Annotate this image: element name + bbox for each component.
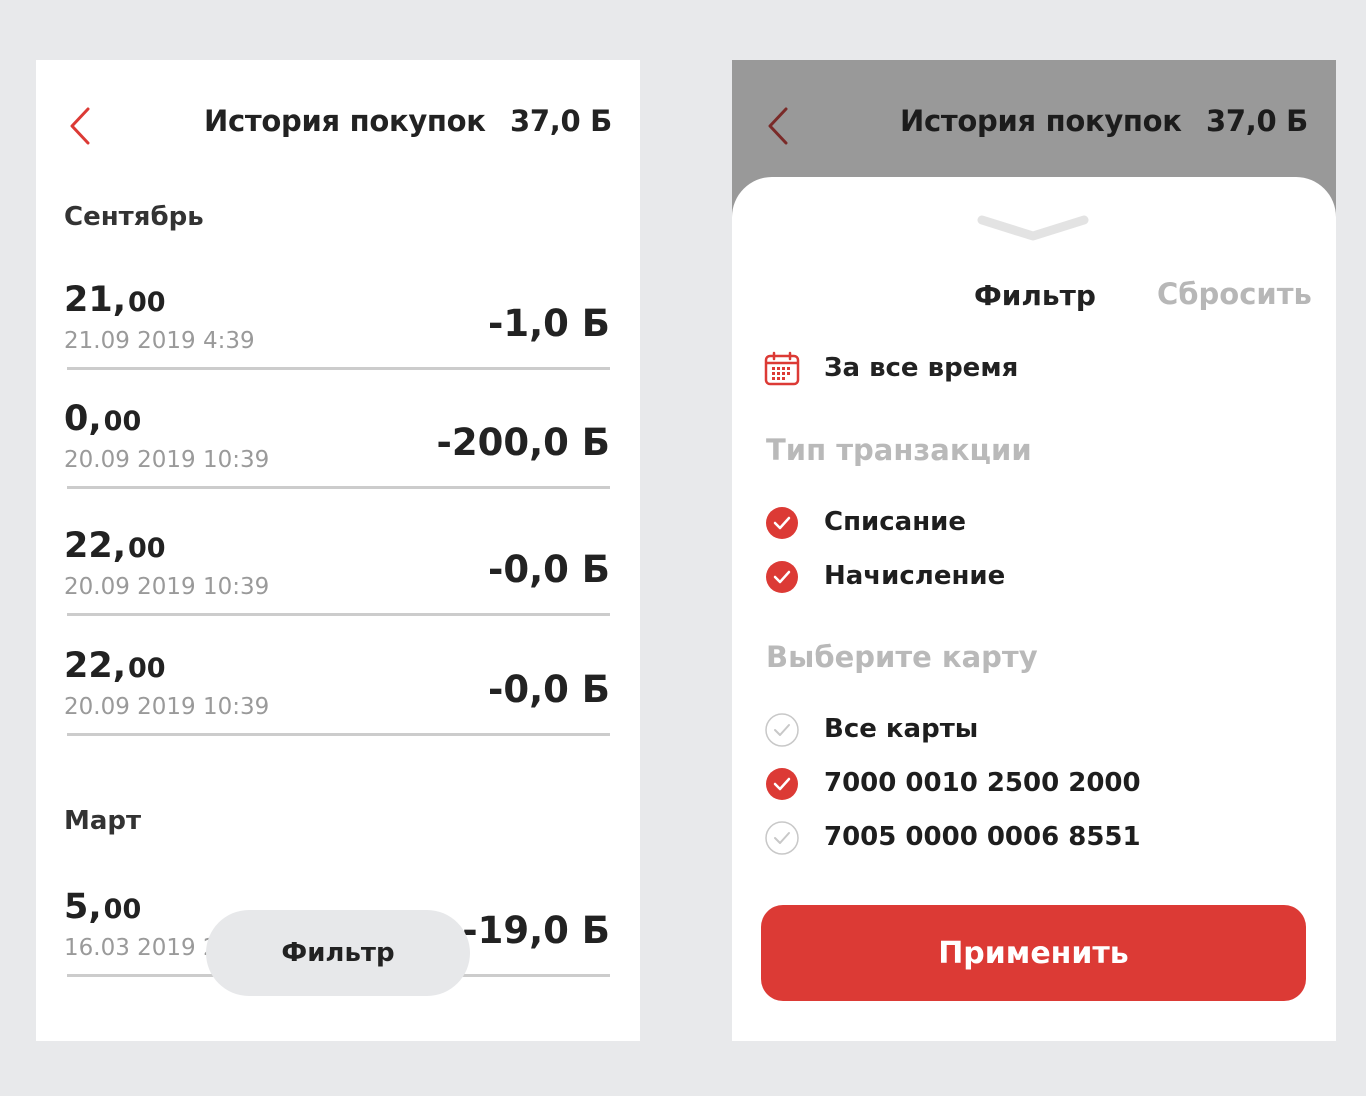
transaction-number: 21,00 <box>64 280 166 320</box>
option-label: Списание <box>824 507 967 537</box>
back-chevron-icon[interactable] <box>66 106 96 146</box>
option-label: 7005 0000 0006 8551 <box>824 822 1141 852</box>
transaction-row[interactable]: 21,00 21.09 2019 4:39 -1,0 Б <box>64 280 610 400</box>
purchase-history-screen: История покупок 37,0 Б Сентябрь 21,00 21… <box>36 60 640 1041</box>
page-title: История покупок <box>204 104 486 138</box>
period-label: За все время <box>824 353 1019 383</box>
transaction-row[interactable]: 22,00 20.09 2019 10:39 -0,0 Б <box>64 646 610 766</box>
transaction-number: 22,00 <box>64 646 166 686</box>
transaction-amount: -200,0 Б <box>436 421 610 464</box>
balance-value: 37,0 Б <box>510 104 612 138</box>
transaction-type-heading: Тип транзакции <box>766 433 1032 467</box>
transaction-number: 5,00 <box>64 887 142 927</box>
transaction-date: 16.03 2019 2 <box>64 935 218 961</box>
balance-value: 37,0 Б <box>1206 104 1308 138</box>
apply-button[interactable]: Применить <box>761 905 1306 1001</box>
transaction-amount: -0,0 Б <box>488 548 610 591</box>
check-circle-icon <box>766 561 798 593</box>
check-circle-outline-icon <box>765 713 799 747</box>
filter-sheet: Фильтр Сбросить За все время Тип транзак… <box>732 177 1336 1041</box>
transaction-row[interactable]: 22,00 20.09 2019 10:39 -0,0 Б <box>64 526 610 646</box>
transaction-row[interactable]: 0,00 20.09 2019 10:39 -200,0 Б <box>64 399 610 519</box>
sheet-handle-icon[interactable] <box>976 212 1090 242</box>
transaction-amount: -19,0 Б <box>462 909 610 952</box>
month-heading: Март <box>64 806 142 836</box>
transaction-date: 20.09 2019 10:39 <box>64 574 270 600</box>
filter-title: Фильтр <box>974 279 1096 312</box>
transaction-date: 20.09 2019 10:39 <box>64 447 270 473</box>
filter-button[interactable]: Фильтр <box>206 910 470 996</box>
month-heading: Сентябрь <box>64 202 204 232</box>
option-label: 7000 0010 2500 2000 <box>824 768 1141 798</box>
check-circle-icon <box>766 768 798 800</box>
check-circle-icon <box>766 507 798 539</box>
row-divider <box>67 367 610 370</box>
calendar-icon <box>764 351 800 386</box>
card-select-heading: Выберите карту <box>766 640 1038 674</box>
transaction-amount: -0,0 Б <box>488 668 610 711</box>
row-divider <box>67 486 610 489</box>
option-label: Начисление <box>824 561 1006 591</box>
page-title: История покупок <box>900 104 1182 138</box>
back-chevron-icon[interactable] <box>764 106 794 146</box>
option-label: Все карты <box>824 714 979 744</box>
check-circle-outline-icon <box>765 821 799 855</box>
row-divider <box>67 613 610 616</box>
transaction-date: 21.09 2019 4:39 <box>64 328 255 354</box>
filter-screen: История покупок 37,0 Б Фильтр Сбросить З… <box>732 60 1336 1041</box>
transaction-amount: -1,0 Б <box>488 302 610 345</box>
row-divider <box>67 733 610 736</box>
transaction-date: 20.09 2019 10:39 <box>64 694 270 720</box>
reset-button[interactable]: Сбросить <box>1157 277 1312 311</box>
transaction-number: 22,00 <box>64 526 166 566</box>
transaction-number: 0,00 <box>64 399 142 439</box>
